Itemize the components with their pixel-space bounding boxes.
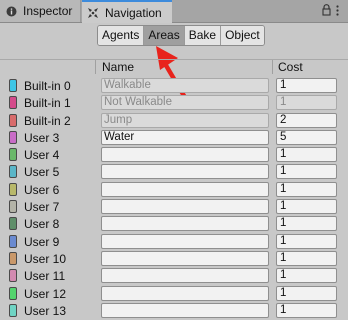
area-label: Built-in 0 [24, 79, 71, 93]
area-label: Built-in 2 [24, 113, 71, 128]
area-cost-field[interactable]: 1 [276, 181, 337, 197]
area-row: User 9 1 [0, 233, 348, 250]
area-cost-field[interactable]: 2 [276, 112, 337, 128]
header-divider [95, 60, 96, 74]
area-name-field[interactable] [101, 199, 269, 215]
area-cost-field[interactable]: 1 [276, 250, 337, 266]
area-row: User 10 1 [0, 250, 348, 267]
area-name-field: Jump [101, 112, 269, 128]
object-button[interactable]: Object [221, 26, 264, 45]
area-name-field[interactable] [101, 250, 269, 266]
area-name-field: Walkable [101, 78, 269, 93]
area-cost-field[interactable]: 1 [276, 233, 337, 249]
areas-table-header: Name Cost [0, 59, 348, 74]
area-color-swatch[interactable] [9, 165, 17, 179]
area-cost-field[interactable]: 1 [276, 199, 337, 215]
area-cost-field[interactable]: 1 [276, 302, 337, 318]
menu-icon[interactable] [336, 5, 339, 19]
navigation-icon [87, 7, 99, 19]
area-color-swatch[interactable] [9, 130, 17, 144]
area-row: User 7 1 [0, 198, 348, 215]
tab-bar: Inspector Navigation [0, 0, 348, 23]
tab-inspector-label: Inspector [23, 4, 73, 18]
area-label: User 11 [24, 269, 66, 284]
area-cost-field[interactable]: 1 [276, 285, 337, 301]
area-color-swatch[interactable] [9, 269, 17, 283]
header-divider [272, 60, 273, 74]
area-row: Built-in 0 Walkable 1 [0, 77, 348, 94]
area-name-field[interactable]: Water [101, 129, 269, 145]
area-color-swatch[interactable] [9, 148, 17, 162]
areas-table: Built-in 0 Walkable 1 Built-in 1 Not Walkabl… [0, 77, 348, 319]
area-row: User 13 1 [0, 302, 348, 319]
area-color-swatch[interactable] [9, 217, 17, 231]
area-color-swatch[interactable] [9, 79, 17, 92]
cost-column-header: Cost [278, 60, 303, 74]
area-label: User 6 [24, 182, 60, 197]
area-label: Built-in 1 [24, 96, 71, 111]
name-column-header: Name [102, 60, 135, 74]
area-label: User 13 [24, 303, 67, 318]
area-cost-field[interactable]: 1 [276, 268, 337, 284]
area-color-swatch[interactable] [9, 182, 17, 196]
area-row: Built-in 2 Jump 2 [0, 112, 348, 129]
tab-inspector[interactable]: Inspector [0, 0, 81, 22]
area-name-field[interactable] [101, 164, 269, 180]
area-row: User 4 1 [0, 146, 348, 163]
area-label: User 9 [24, 234, 60, 249]
lock-icon[interactable] [322, 4, 331, 19]
area-color-swatch[interactable] [9, 234, 17, 248]
area-name-field[interactable] [101, 147, 269, 163]
info-icon [5, 5, 17, 17]
tab-navigation-label: Navigation [105, 5, 162, 20]
area-row: User 3 Water 5 [0, 129, 348, 146]
area-label: User 8 [24, 217, 60, 232]
area-name-field[interactable] [101, 302, 269, 318]
area-cost-field[interactable]: 1 [276, 147, 337, 163]
agents-button[interactable]: Agents [98, 26, 145, 45]
area-label: User 4 [24, 148, 60, 163]
area-color-swatch[interactable] [9, 113, 17, 127]
area-row: Built-in 1 Not Walkable 1 [0, 94, 348, 111]
area-cost-field[interactable]: 1 [276, 164, 337, 180]
area-color-swatch[interactable] [9, 303, 17, 317]
area-name-field[interactable] [101, 216, 269, 232]
area-label: User 3 [24, 130, 60, 145]
area-cost-field[interactable]: 1 [276, 216, 337, 232]
area-label: User 7 [24, 200, 60, 215]
area-color-swatch[interactable] [9, 251, 17, 265]
area-row: User 8 1 [0, 215, 348, 232]
area-name-field[interactable] [101, 233, 269, 249]
area-name-field: Not Walkable [101, 95, 269, 111]
area-row: User 11 1 [0, 267, 348, 284]
area-color-swatch[interactable] [9, 96, 17, 110]
area-row: User 6 1 [0, 181, 348, 198]
area-cost-field[interactable]: 5 [276, 129, 337, 145]
area-label: User 12 [24, 286, 67, 301]
tab-navigation[interactable]: Navigation [82, 0, 172, 23]
area-color-swatch[interactable] [9, 200, 17, 214]
area-label: User 10 [24, 251, 67, 266]
area-name-field[interactable] [101, 181, 269, 197]
area-color-swatch[interactable] [9, 286, 17, 300]
area-label: User 5 [24, 165, 60, 180]
area-cost-field: 1 [276, 95, 337, 111]
area-row: User 12 1 [0, 285, 348, 302]
area-name-field[interactable] [101, 268, 269, 284]
area-cost-field[interactable]: 1 [276, 78, 337, 93]
area-name-field[interactable] [101, 285, 269, 301]
area-row: User 5 1 [0, 163, 348, 180]
